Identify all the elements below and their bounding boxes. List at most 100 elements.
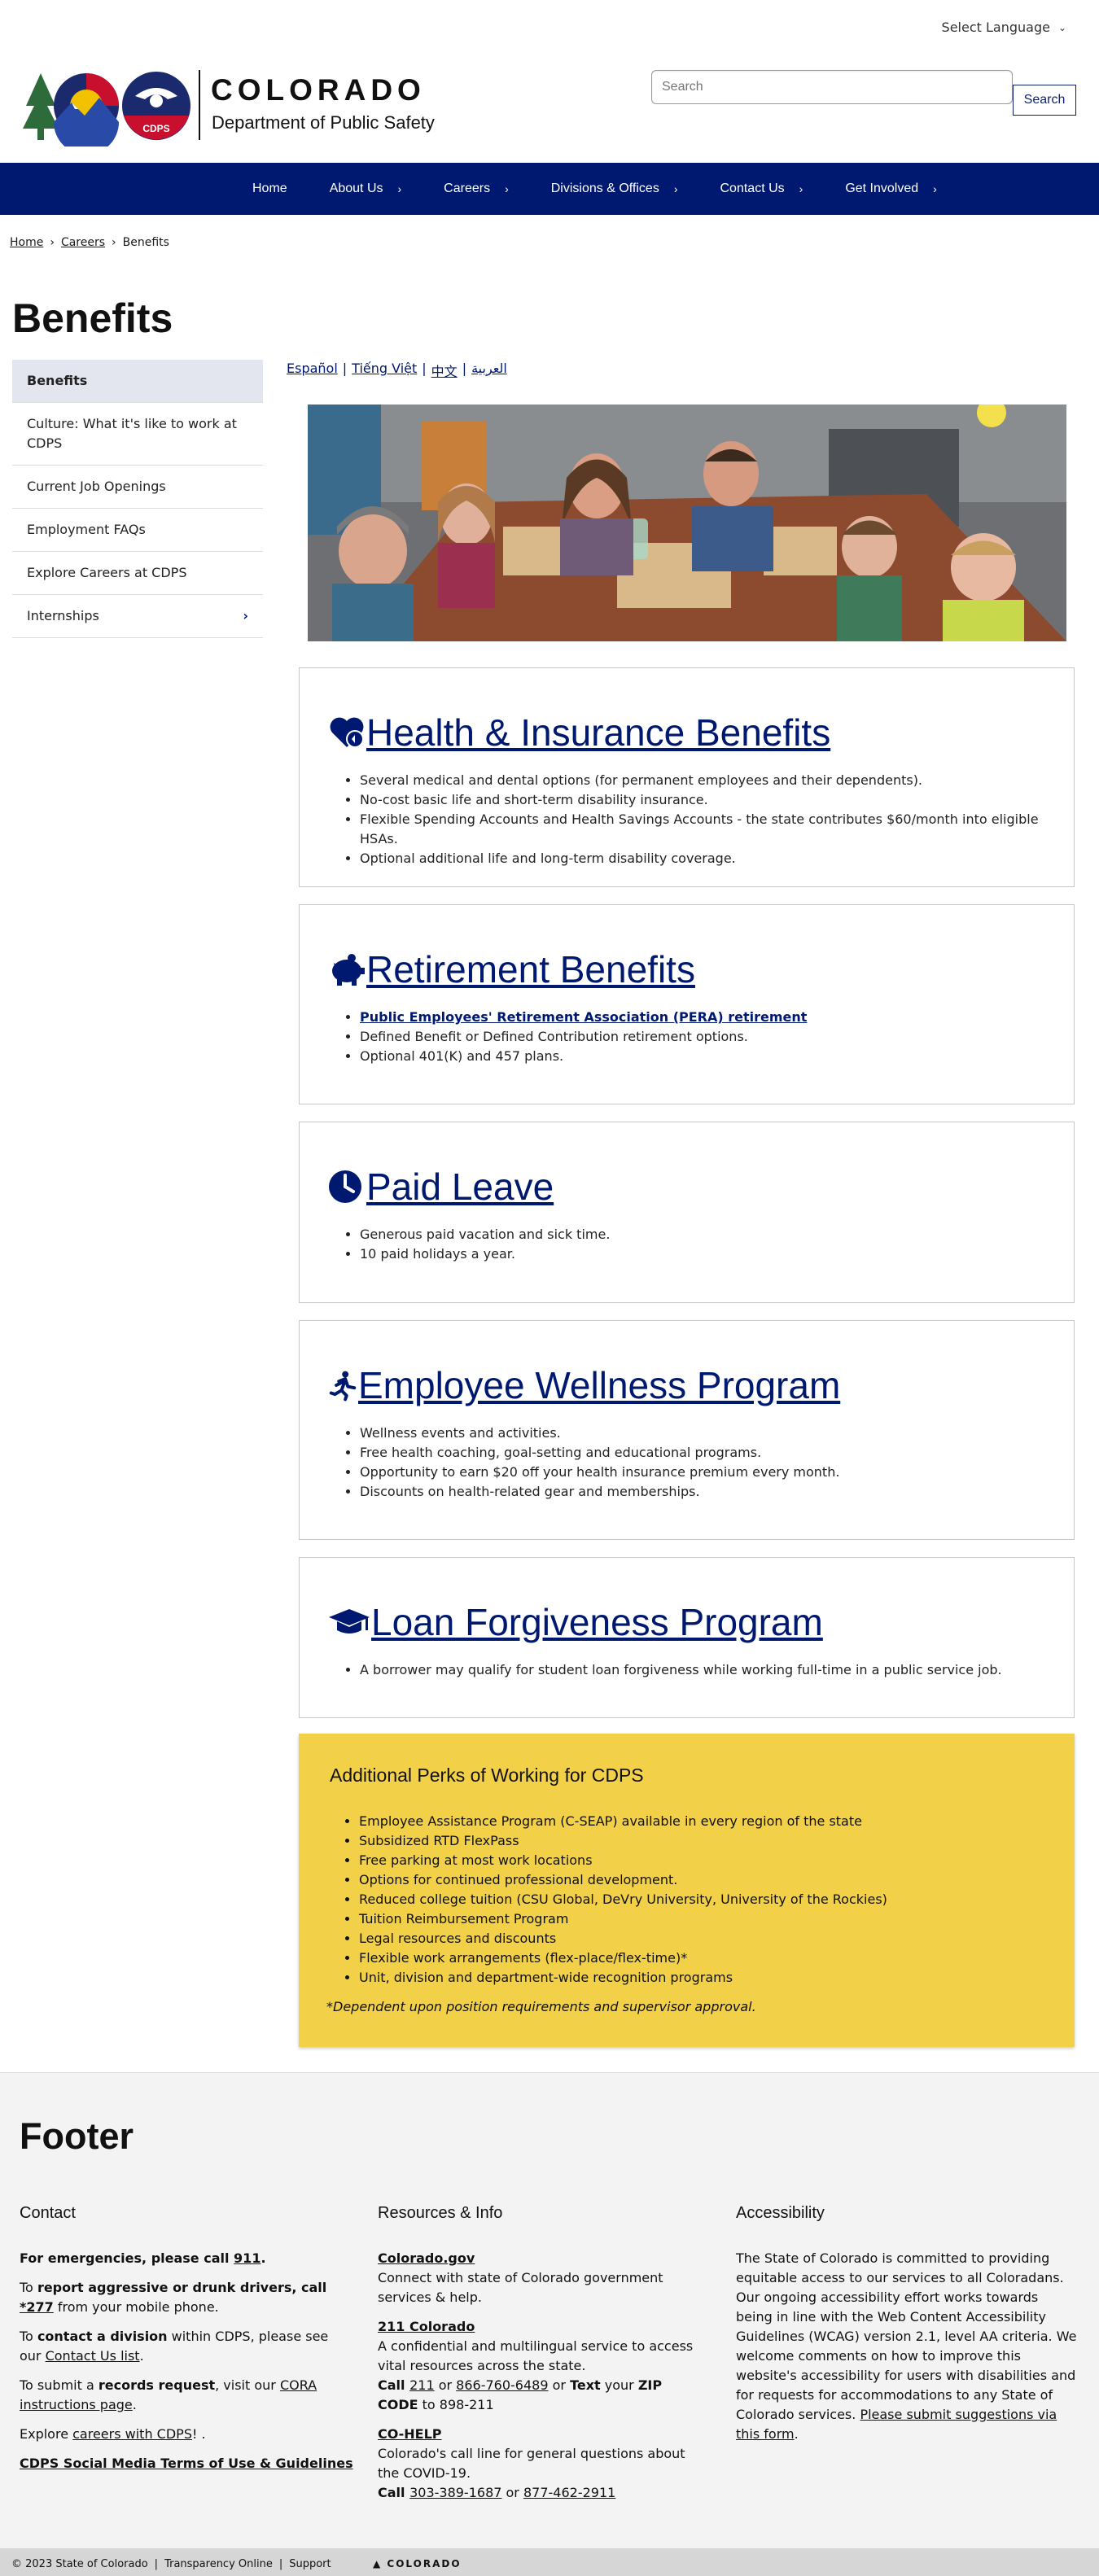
perks-list: Employee Assistance Program (C-SEAP) ava… [359,1812,887,1988]
nav-careers[interactable]: Careers › [423,163,530,215]
breadcrumb-careers[interactable]: Careers [61,236,105,249]
lang-separator: | [422,361,427,376]
phone-211-alt-link[interactable]: 866-760-6489 [456,2377,548,2393]
chevron-down-icon: ⌄ [1057,21,1066,33]
sidebar-item-explore-careers[interactable]: Explore Careers at CDPS [12,552,263,595]
lang-link-arabic[interactable]: العربية [471,361,507,380]
careers-with-cdps-link[interactable]: careers with CDPS [72,2426,192,2442]
piggy-bank-icon [332,954,365,986]
perks-title: Additional Perks of Working for CDPS [330,1765,644,1786]
health-benefits-heading[interactable]: Health & Insurance Benefits [327,711,830,754]
list-item: A borrower may qualify for student loan … [360,1660,1002,1680]
list-item: Defined Benefit or Defined Contribution … [360,1027,807,1047]
wellness-program-title: Employee Wellness Program [358,1364,841,1406]
nav-contact-us[interactable]: Contact Us › [699,163,825,215]
colorado-gov-link[interactable]: Colorado.gov [378,2250,475,2266]
support-link[interactable]: Support [289,2558,331,2570]
svg-text:CDPS: CDPS [142,123,169,134]
list-item: Optional additional life and long-term d… [360,849,1074,868]
sidebar-item-label: Benefits [27,373,88,388]
clock-icon [329,1170,361,1203]
nav-label: Get Involved [845,182,919,195]
contact-division-text: To contact a division within CDPS, pleas… [20,2329,329,2364]
paid-leave-title: Paid Leave [366,1166,554,1208]
sidebar-item-culture[interactable]: Culture: What it's like to work at CDPS [12,403,263,466]
transparency-online-link[interactable]: Transparency Online [164,2558,273,2570]
copyright-text: © 2023 State of Colorado [11,2558,148,2570]
footer-colorado-logo[interactable]: ▲ COLORADO [373,2558,462,2569]
wellness-program-heading[interactable]: Employee Wellness Program [327,1363,840,1407]
sidebar-item-job-openings[interactable]: Current Job Openings [12,466,263,509]
colorado-211-link[interactable]: 211 Colorado [378,2319,475,2334]
language-label: Select Language [941,20,1050,35]
graduation-cap-icon [329,1609,370,1634]
list-item: Public Employees' Retirement Association… [360,1008,807,1027]
lang-link-spanish[interactable]: Español [287,361,338,380]
health-benefits-card: Health & Insurance Benefits Several medi… [299,667,1075,887]
retirement-benefits-card: Retirement Benefits Public Employees' Re… [299,904,1075,1104]
paid-leave-list: Generous paid vacation and sick time. 10… [360,1225,610,1264]
health-benefits-list: Several medical and dental options (for … [360,771,1074,868]
footer-resources-heading: Resources & Info [378,2204,503,2222]
nav-label: Home [252,182,287,195]
chevron-right-icon: › [933,182,937,195]
emergency-number-link[interactable]: 911 [234,2250,261,2266]
retirement-benefits-heading[interactable]: Retirement Benefits [327,947,695,991]
social-media-terms-link[interactable]: CDPS Social Media Terms of Use & Guideli… [20,2456,353,2471]
health-benefits-title: Health & Insurance Benefits [366,711,831,754]
footer-accessibility-heading: Accessibility [736,2204,825,2222]
sidebar-item-faqs[interactable]: Employment FAQs [12,509,263,552]
footer-resources-column: Resources & Info Colorado.gov Connect wit… [378,2203,703,2513]
nav-about-us[interactable]: About Us › [309,163,423,215]
sidebar-item-benefits[interactable]: Benefits [12,360,263,403]
hero-photo [308,405,1066,641]
breadcrumb-home[interactable]: Home [10,236,43,249]
lang-link-chinese[interactable]: 中文 [431,361,458,380]
phone-211-link[interactable]: 211 [409,2377,435,2393]
logo-subtitle: Department of Public Safety [212,112,435,133]
language-selector[interactable]: Select Language ⌄ [942,20,1066,35]
co-help-phone-link[interactable]: 303-389-1687 [409,2485,501,2500]
translation-links: Español | Tiếng Việt | 中文 | العربية [287,361,507,380]
records-request-text: To submit a records request, visit our C… [20,2377,317,2412]
explore-careers-text: Explore careers with CDPS! . [20,2426,206,2442]
list-item: Employee Assistance Program (C-SEAP) ava… [359,1812,887,1831]
co-help-link[interactable]: CO-HELP [378,2426,442,2442]
footer-contact-heading: Contact [20,2204,76,2222]
co-help-phone-alt-link[interactable]: 877-462-2911 [523,2485,615,2500]
list-item: Unit, division and department-wide recog… [359,1968,887,1988]
search-input[interactable] [651,70,1013,104]
sidebar-item-internships[interactable]: Internships › [12,595,263,638]
paid-leave-heading[interactable]: Paid Leave [327,1165,554,1209]
contact-us-list-link[interactable]: Contact Us list [46,2348,140,2364]
nav-label: About Us [329,182,383,195]
list-item: Opportunity to earn $20 off your health … [360,1463,839,1482]
page-title: Benefits [12,295,173,341]
site-logo[interactable]: CDPS COLORADO Department of Public Safet… [21,62,477,151]
list-item: Several medical and dental options (for … [360,771,1074,790]
chevron-right-icon: › [505,182,509,195]
nav-label: Contact Us [720,182,785,195]
nav-divisions[interactable]: Divisions & Offices › [530,163,699,215]
sidebar-item-label: Culture: What it's like to work at CDPS [27,416,237,451]
accessibility-text: The State of Colorado is committed to pr… [736,2250,1077,2442]
loan-forgiveness-heading[interactable]: Loan Forgiveness Program [327,1600,823,1644]
breadcrumb-separator-icon: › [50,236,55,249]
list-item: Free health coaching, goal-setting and e… [360,1443,839,1463]
list-item: Flexible work arrangements (flex-place/f… [359,1948,887,1968]
list-item: Legal resources and discounts [359,1929,887,1948]
breadcrumb-current: Benefits [122,236,169,249]
search-button[interactable]: Search [1013,85,1076,116]
list-item: Subsidized RTD FlexPass [359,1831,887,1851]
nav-home[interactable]: Home [231,163,309,215]
chevron-right-icon[interactable]: › [243,606,248,626]
pera-link[interactable]: Public Employees' Retirement Association… [360,1009,807,1025]
wellness-program-list: Wellness events and activities. Free hea… [360,1424,839,1502]
chevron-right-icon: › [397,182,402,195]
breadcrumb: Home › Careers › Benefits [10,236,169,249]
report-number-link[interactable]: *277 [20,2299,54,2315]
nav-get-involved[interactable]: Get Involved › [824,163,958,215]
lang-link-vietnamese[interactable]: Tiếng Việt [352,361,417,380]
loan-forgiveness-title: Loan Forgiveness Program [371,1601,823,1643]
list-item: Tuition Reimbursement Program [359,1909,887,1929]
